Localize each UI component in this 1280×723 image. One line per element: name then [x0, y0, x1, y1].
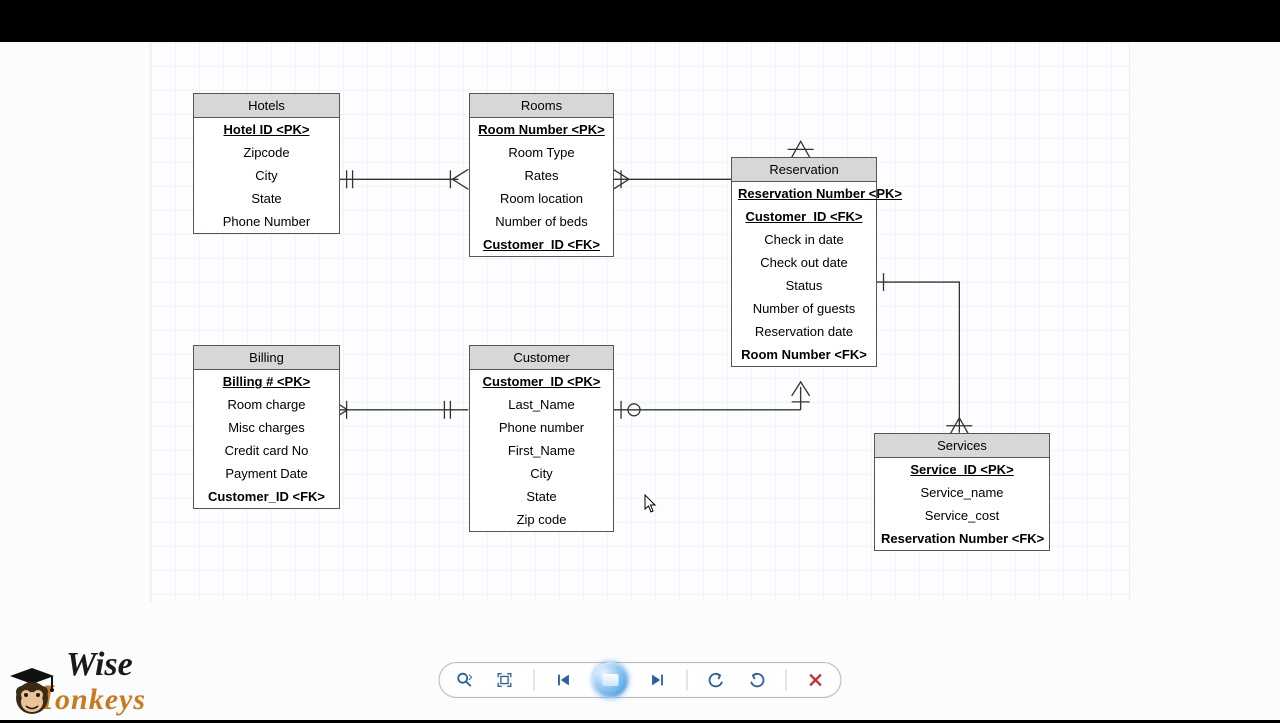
- mouse-cursor: [644, 494, 658, 514]
- entity-attribute: Hotel ID <PK>: [194, 118, 339, 141]
- entity-attribute: Phone Number: [194, 210, 339, 233]
- entity-attribute: Room Type: [470, 141, 613, 164]
- close-button[interactable]: [805, 669, 827, 691]
- redo-button[interactable]: [746, 669, 768, 691]
- play-button[interactable]: [593, 662, 629, 698]
- entity-billing[interactable]: Billing Billing # <PK>Room chargeMisc ch…: [193, 345, 340, 509]
- entity-attribute: Phone number: [470, 416, 613, 439]
- undo-button[interactable]: [706, 669, 728, 691]
- entity-customer[interactable]: Customer Customer_ID <PK>Last_NamePhone …: [469, 345, 614, 532]
- entity-body: Customer_ID <PK>Last_NamePhone numberFir…: [470, 370, 613, 531]
- entity-attribute: Room Number <FK>: [732, 343, 876, 366]
- entity-rooms[interactable]: Rooms Room Number <PK>Room TypeRatesRoom…: [469, 93, 614, 257]
- toolbar-separator: [534, 669, 535, 691]
- diagram-canvas[interactable]: Hotels Hotel ID <PK>ZipcodeCityStatePhon…: [150, 42, 1130, 602]
- entity-attribute: Check in date: [732, 228, 876, 251]
- entity-body: Reservation Number <PK>Customer_ID <FK>C…: [732, 182, 876, 366]
- entity-attribute: Number of beds: [470, 210, 613, 233]
- entity-attribute: Status: [732, 274, 876, 297]
- entity-reservation[interactable]: Reservation Reservation Number <PK>Custo…: [731, 157, 877, 367]
- next-button[interactable]: [647, 669, 669, 691]
- entity-attribute: Billing # <PK>: [194, 370, 339, 393]
- entity-attribute: City: [470, 462, 613, 485]
- entity-attribute: Customer_ID <PK>: [470, 370, 613, 393]
- entity-services[interactable]: Services Service_ID <PK>Service_nameServ…: [874, 433, 1050, 551]
- entity-attribute: Rates: [470, 164, 613, 187]
- watermark-text: Wise Monkeys: [66, 646, 146, 718]
- entity-attribute: Room charge: [194, 393, 339, 416]
- entity-title: Reservation: [732, 158, 876, 182]
- entity-hotels[interactable]: Hotels Hotel ID <PK>ZipcodeCityStatePhon…: [193, 93, 340, 234]
- entity-attribute: City: [194, 164, 339, 187]
- entity-attribute: Service_cost: [875, 504, 1049, 527]
- entity-attribute: Customer_ID <FK>: [194, 485, 339, 508]
- logo-line2: onkeys: [55, 683, 146, 716]
- fit-button[interactable]: [494, 669, 516, 691]
- entity-attribute: Room Number <PK>: [470, 118, 613, 141]
- monkey-icon: [4, 662, 60, 718]
- entity-title: Hotels: [194, 94, 339, 118]
- entity-attribute: Zip code: [470, 508, 613, 531]
- zoom-button[interactable]: [454, 669, 476, 691]
- entity-body: Service_ID <PK>Service_nameService_costR…: [875, 458, 1049, 550]
- entity-attribute: Service_name: [875, 481, 1049, 504]
- entity-attribute: Customer_ID <FK>: [470, 233, 613, 256]
- toolbar-separator: [687, 669, 688, 691]
- entity-attribute: Check out date: [732, 251, 876, 274]
- entity-title: Rooms: [470, 94, 613, 118]
- entity-attribute: Reservation date: [732, 320, 876, 343]
- entity-attribute: State: [194, 187, 339, 210]
- entity-attribute: Room location: [470, 187, 613, 210]
- watermark-logo: Wise Monkeys: [4, 646, 146, 718]
- entity-title: Customer: [470, 346, 613, 370]
- entity-body: Hotel ID <PK>ZipcodeCityStatePhone Numbe…: [194, 118, 339, 233]
- viewport: Hotels Hotel ID <PK>ZipcodeCityStatePhon…: [0, 42, 1280, 720]
- entity-title: Services: [875, 434, 1049, 458]
- entity-body: Room Number <PK>Room TypeRatesRoom locat…: [470, 118, 613, 256]
- player-toolbar: [439, 662, 842, 698]
- prev-button[interactable]: [553, 669, 575, 691]
- entity-attribute: Reservation Number <FK>: [875, 527, 1049, 550]
- entity-attribute: Last_Name: [470, 393, 613, 416]
- play-icon: [603, 674, 619, 686]
- entity-attribute: Service_ID <PK>: [875, 458, 1049, 481]
- entity-attribute: Misc charges: [194, 416, 339, 439]
- entity-attribute: First_Name: [470, 439, 613, 462]
- toolbar-separator: [786, 669, 787, 691]
- entity-attribute: Credit card No: [194, 439, 339, 462]
- entity-attribute: Zipcode: [194, 141, 339, 164]
- entity-attribute: Customer_ID <FK>: [732, 205, 876, 228]
- entity-attribute: Reservation Number <PK>: [732, 182, 876, 205]
- entity-title: Billing: [194, 346, 339, 370]
- entity-attribute: State: [470, 485, 613, 508]
- top-black-bar: [0, 0, 1280, 42]
- entity-body: Billing # <PK>Room chargeMisc chargesCre…: [194, 370, 339, 508]
- entity-attribute: Payment Date: [194, 462, 339, 485]
- entity-attribute: Number of guests: [732, 297, 876, 320]
